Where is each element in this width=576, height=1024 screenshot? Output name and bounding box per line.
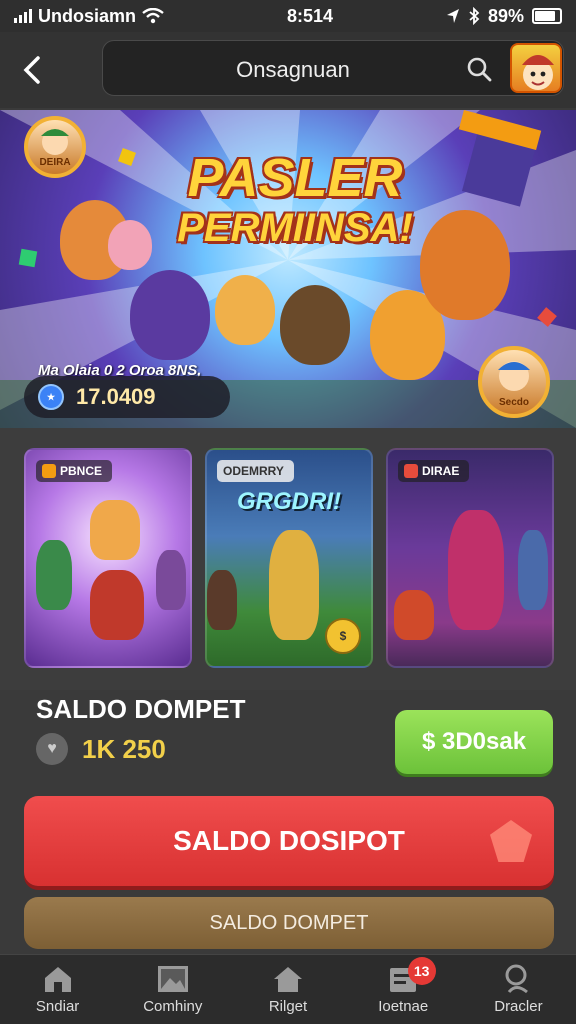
character-dog — [130, 270, 210, 360]
character-bear — [280, 285, 350, 365]
hero-badge-right: Secdo — [478, 346, 550, 418]
hero-balance-value: 17.0409 — [76, 384, 156, 409]
card-character — [394, 590, 434, 640]
search-icon — [505, 964, 529, 994]
search-icon[interactable] — [465, 55, 493, 83]
battery-icon — [532, 8, 562, 24]
primary-wallet-button-label: SALDO DOSIPOT — [173, 825, 405, 856]
tab-inbox[interactable]: 13 Ioetnae — [346, 955, 461, 1024]
game-card-1[interactable]: PBNCE — [24, 448, 192, 668]
card-character — [269, 530, 319, 640]
secondary-wallet-button[interactable]: SALDO DOMPET — [24, 897, 554, 949]
location-icon — [446, 9, 459, 23]
card-coin-icon: $ — [325, 618, 361, 654]
gem-icon — [490, 820, 532, 862]
card-tag: DIRAE — [398, 460, 470, 482]
topup-button[interactable]: $ 3D0sak — [395, 710, 553, 774]
tab-widget[interactable]: Rilget — [230, 955, 345, 1024]
battery-percent: 89% — [487, 5, 524, 26]
tag-icon — [42, 464, 56, 478]
card-character — [207, 570, 237, 630]
hero-badge-left: DEIRA — [24, 116, 86, 178]
hero-title-line1: PASLER — [187, 148, 403, 208]
bluetooth-icon — [469, 7, 480, 25]
character-fox-right — [420, 210, 510, 320]
tab-label: Ioetnae — [378, 998, 429, 1015]
card-tag: PBNCE — [36, 460, 113, 482]
notification-badge: 13 — [407, 957, 436, 985]
wallet-balance-value: 1K 250 — [82, 733, 166, 764]
game-cards-row: PBNCE ODEMRRY GRGDRI! $ DIRAE — [0, 428, 576, 690]
tab-community[interactable]: Comhiny — [115, 955, 230, 1024]
clock: 8:514 — [286, 5, 333, 26]
wallet-balance-row: ♥ 1K 250 — [36, 733, 166, 765]
status-bar: Undosiamn 8:514 89% — [0, 0, 576, 32]
card-character — [518, 530, 548, 610]
back-button[interactable] — [6, 44, 58, 96]
card-tag: ODEMRRY — [217, 460, 294, 482]
home-icon — [44, 967, 71, 992]
hero-badge-left-label: DEIRA — [39, 157, 71, 168]
hero-title-line2: PERMIINSA! — [177, 206, 413, 250]
card-character — [156, 550, 186, 610]
coin-icon: ★ — [38, 384, 64, 410]
card-character — [90, 570, 144, 640]
tab-label: Dracler — [494, 998, 543, 1015]
primary-wallet-button[interactable]: SALDO DOSIPOT — [24, 796, 554, 886]
card-character — [36, 540, 72, 610]
wallet-title: SALDO DOMPET — [36, 694, 246, 724]
avatar[interactable] — [510, 43, 562, 93]
header-bar: Onsagnuan — [102, 40, 564, 96]
tag-icon — [404, 464, 418, 478]
card-character — [90, 500, 140, 560]
tab-label: Sndiar — [35, 998, 80, 1015]
card-headline: GRGDRI! — [237, 488, 341, 515]
page-title: Onsagnuan — [236, 57, 350, 82]
image-icon — [157, 966, 188, 992]
character-cat — [215, 275, 275, 345]
tab-label: Comhiny — [143, 998, 203, 1015]
house-icon — [274, 967, 302, 992]
chevron-left-icon — [23, 56, 40, 84]
tab-label: Rilget — [268, 998, 308, 1015]
carrier-label: Undosiamn — [38, 5, 137, 26]
game-card-2[interactable]: ODEMRRY GRGDRI! $ — [205, 448, 373, 668]
heart-icon: ♥ — [36, 733, 68, 765]
tab-search[interactable]: Dracler — [461, 955, 576, 1024]
signal-icon — [14, 9, 32, 23]
card-character — [448, 510, 504, 630]
tab-home[interactable]: Sndiar — [0, 955, 115, 1024]
bottom-tab-bar: Sndiar Comhiny Rilget 13 Ioetnae Dracler — [0, 954, 576, 1024]
secondary-wallet-button-label: SALDO DOMPET — [209, 911, 369, 934]
wifi-icon — [142, 8, 164, 24]
game-card-3[interactable]: DIRAE — [386, 448, 554, 668]
hero-title: PASLER PERMIINSA! — [170, 150, 420, 250]
hero-balance-pill: ★ 17.0409 — [24, 376, 230, 418]
app-header: Onsagnuan — [0, 32, 576, 108]
hero-badge-right-label: Secdo — [498, 397, 529, 408]
character-girl — [108, 220, 152, 270]
